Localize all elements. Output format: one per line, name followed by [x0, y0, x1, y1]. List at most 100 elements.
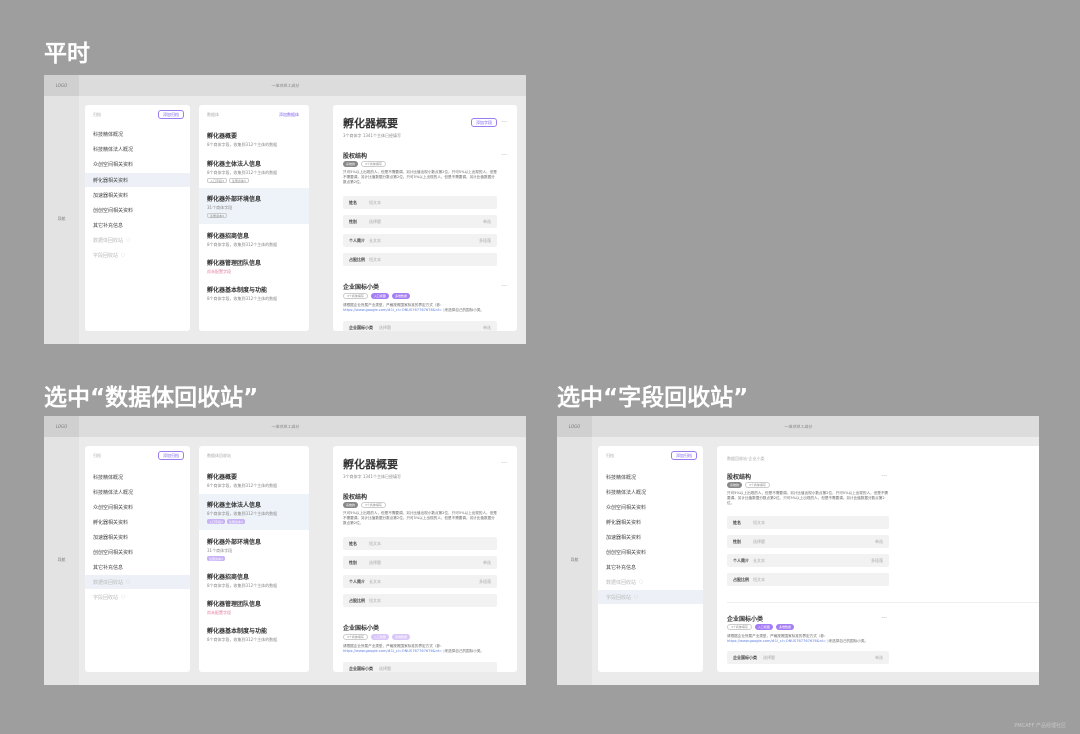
archive-item[interactable]: 创创空间相关资料	[85, 203, 190, 217]
archive-item[interactable]: 其它补充信息	[598, 560, 703, 574]
logo: LOGO	[44, 416, 79, 437]
data-recycle-item[interactable]: 数据体回收站 ◌	[598, 575, 703, 589]
industry-link[interactable]: https://www.google.com/#1l_cl=ONUS767767…	[343, 649, 445, 653]
dataset-sub: 8个商体字段，收集到312个主体的数据	[207, 242, 278, 247]
field-row[interactable]: 性别 选择题 单选	[343, 215, 497, 228]
dataset-item[interactable]: 孵化器基本制度与功能 8个商体字段，收集到312个主体的数据	[199, 279, 309, 306]
archive-item[interactable]: 加速器相关资料	[598, 530, 703, 544]
add-archive-button[interactable]: 添加归档	[158, 451, 184, 460]
add-archive-button[interactable]: 添加归档	[671, 451, 697, 460]
field-type: 长文本	[369, 578, 381, 584]
equity-desc: 只可5%以上出现的人，但是不需要调。另计比值出现小数点第2位，只可5%以上出现的…	[343, 170, 497, 184]
field-row[interactable]: 姓名 短文本	[343, 196, 497, 209]
field-row[interactable]: 占股比例 短文本	[727, 573, 889, 586]
archive-item[interactable]: 加速器相关资料	[85, 530, 190, 544]
archive-item[interactable]: 科技精体法人概况	[85, 142, 190, 156]
archive-item[interactable]: 加速器相关资料	[85, 188, 190, 202]
archive-item[interactable]: 科技精体概况	[85, 127, 190, 141]
field-label: 性别	[349, 218, 357, 224]
dataset-item-selected[interactable]: 孵化器主体法人信息 8个商体字段，收集到312个主体的数据 入口字段3 注册资本3	[199, 494, 309, 530]
dataset-sub: 8个商体字段，收集到312个主体的数据	[207, 296, 278, 301]
nav-label[interactable]: 导航	[557, 557, 592, 563]
dataset-title: 孵化器基本制度与功能	[207, 628, 268, 635]
field-recycle-item-selected[interactable]: 字段回收站 ◌	[598, 590, 703, 604]
field-row[interactable]: 个人简介 长文本 多段落	[343, 234, 497, 247]
archive-item[interactable]: 孵化器相关资料	[598, 515, 703, 529]
archive-item[interactable]: 众创空间相关资料	[85, 157, 190, 171]
field-tag: 3个商体填写	[343, 293, 368, 299]
archive-item[interactable]: 其它补充信息	[85, 560, 190, 574]
industry-link[interactable]: https://www.google.com/#1l_cl=ONUS767767…	[343, 308, 445, 312]
more-icon[interactable]: ···	[501, 460, 507, 467]
field-row[interactable]: 企业国标小类 选择题 单选	[727, 651, 889, 664]
archive-item[interactable]: 众创空间相关资料	[85, 500, 190, 514]
logo: LOGO	[557, 416, 592, 437]
dataset-item[interactable]: 孵化器概要 8个商体字段，收集到312个主体的数据	[199, 125, 309, 152]
field-hint: 多段落	[479, 578, 491, 584]
archive-item[interactable]: 创创空间相关资料	[598, 545, 703, 559]
archive-item-selected[interactable]: 孵化器相关资料	[85, 173, 190, 187]
industry-title: 企业国标小类	[727, 616, 764, 623]
more-icon[interactable]: ···	[881, 615, 887, 622]
archive-item[interactable]: 科技精体法人概况	[598, 485, 703, 499]
field-row[interactable]: 企业国标小类 选择题	[343, 662, 497, 672]
archive-item[interactable]: 科技精体概况	[598, 470, 703, 484]
add-dataset-button[interactable]: 添加数据体	[275, 110, 303, 119]
dataset-item-selected[interactable]: 孵化器外部环境信息 31个商体字段 注册资本3	[199, 188, 309, 224]
dataset-tag: 注册资本3	[226, 519, 245, 524]
dataset-item[interactable]: 孵化器招商信息 8个商体字段，收集到312个主体的数据	[199, 566, 309, 593]
dataset-item[interactable]: 孵化器外部环境信息 31个商体字段 注册资本3	[199, 531, 309, 565]
field-recycle-item[interactable]: 字段回收站 ◌	[85, 248, 190, 262]
industry-link[interactable]: https://www.google.com/#1l_cl=ONUS767767…	[727, 639, 829, 643]
more-icon[interactable]: ···	[501, 152, 507, 159]
dataset-item[interactable]: 孵化器基本制度与功能 8个商体字段，收集到312个主体的数据	[199, 620, 309, 647]
field-row[interactable]: 企业国标小类 选择题 单选	[343, 321, 497, 331]
data-recycle-item[interactable]: 数据体回收站 ◌	[85, 233, 190, 247]
dataset-item[interactable]: 孵化器主体法人信息 8个商体字段，收集到312个主体的数据 入口字段3 注册资本3	[199, 153, 309, 187]
field-tag: 多维数据	[391, 634, 410, 640]
dataset-item[interactable]: 孵化器管理团队信息 尚未配置字段	[199, 593, 309, 620]
field-label: 性别	[733, 538, 741, 544]
field-row[interactable]: 姓名 短文本	[727, 516, 889, 529]
dataset-tag: 注册资本3	[228, 178, 249, 183]
field-row[interactable]: 姓名 短文本	[343, 537, 497, 550]
field-row[interactable]: 占股比例 短文本	[343, 594, 497, 607]
archive-item[interactable]: 科技精体法人概况	[85, 485, 190, 499]
archive-item[interactable]: 其它补充信息	[85, 218, 190, 232]
data-recycle-item-selected[interactable]: 数据体回收站 ◌	[85, 575, 190, 589]
dataset-item[interactable]: 孵化器管理团队信息 尚未配置字段	[199, 252, 309, 279]
field-row[interactable]: 个人简介 长文本 多段落	[343, 575, 497, 588]
field-tag: 系统的	[727, 482, 743, 488]
archive-item[interactable]: 孵化器相关资料	[85, 515, 190, 529]
recycle-icon: ◌	[121, 252, 126, 258]
divider	[727, 602, 1039, 603]
field-tag: 入口视图	[754, 624, 773, 630]
archive-item[interactable]: 众创空间相关资料	[598, 500, 703, 514]
more-icon[interactable]: ···	[881, 473, 887, 480]
field-hint: 单选	[483, 559, 491, 565]
more-icon[interactable]: ···	[501, 283, 507, 290]
nav-label[interactable]: 导航	[44, 557, 79, 563]
add-archive-button[interactable]: 添加归档	[158, 110, 184, 119]
recycle-icon: ◌	[634, 594, 639, 600]
archive-header: 归档	[93, 112, 101, 117]
data-recycle-label: 数据体回收站	[93, 579, 124, 586]
field-row[interactable]: 占股比例 短文本	[343, 253, 497, 266]
field-recycle-item[interactable]: 字段回收站 ◌	[85, 590, 190, 604]
archive-item[interactable]: 科技精体概况	[85, 470, 190, 484]
field-type: 短文本	[369, 256, 381, 262]
field-row[interactable]: 性别 选择题 单选	[727, 535, 889, 548]
field-row[interactable]: 个人简介 长文本 多段落	[727, 554, 889, 567]
archive-item[interactable]: 创创空间相关资料	[85, 545, 190, 559]
dataset-item[interactable]: 孵化器概要 8个商体字段，收集到312个主体的数据	[199, 466, 309, 493]
nav-label[interactable]: 导航	[44, 216, 79, 222]
field-type: 选择题	[369, 218, 381, 224]
add-field-button[interactable]: 添加字段	[471, 118, 497, 127]
archive-panel: 归档 添加归档 科技精体概况 科技精体法人概况 众创空间相关资料 孵化器相关资料…	[85, 446, 190, 672]
more-icon[interactable]: ···	[501, 119, 507, 126]
section-title-data-recycle: 选中“数据体回收站”	[44, 385, 259, 411]
field-row[interactable]: 性别 选择题 单选	[343, 556, 497, 569]
field-label: 企业国标小类	[349, 665, 373, 671]
dataset-item[interactable]: 孵化器招商信息 8个商体字段，收集到312个主体的数据	[199, 225, 309, 252]
screen-field-recycle: 一堆项目工具社 LOGO 导航 归档 添加归档 科技精体概况 科技精体法人概况 …	[557, 416, 1039, 685]
